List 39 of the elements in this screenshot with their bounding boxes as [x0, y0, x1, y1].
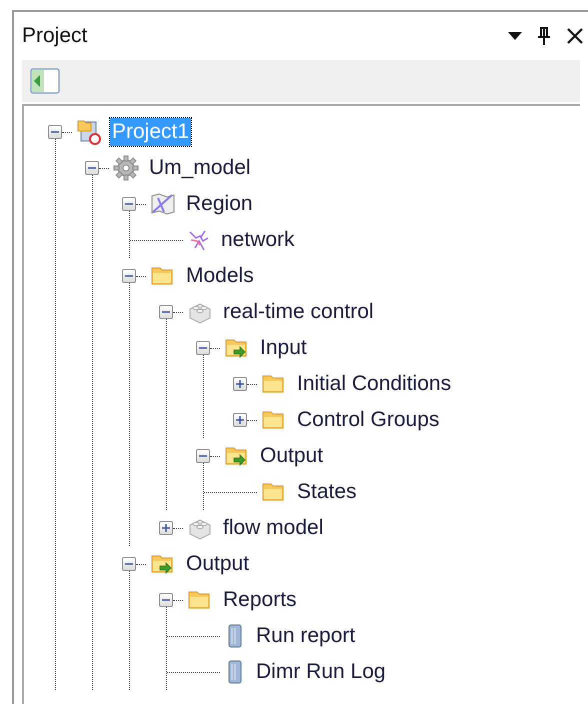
- tree-item[interactable]: Region: [184, 190, 255, 218]
- close-icon[interactable]: [566, 27, 584, 45]
- tree-item[interactable]: real-time control: [221, 298, 376, 326]
- plus-icon: [236, 416, 244, 424]
- dropdown-icon[interactable]: [508, 31, 522, 41]
- tree-item[interactable]: Models: [184, 262, 256, 290]
- tree-item[interactable]: Input: [258, 334, 309, 362]
- tree-item[interactable]: Dimr Run Log: [254, 658, 388, 686]
- tree-item[interactable]: Reports: [221, 586, 299, 614]
- expand-button[interactable]: [233, 413, 247, 427]
- tree-item[interactable]: States: [295, 478, 359, 506]
- panel-toggle-icon[interactable]: [30, 68, 60, 94]
- project-icon: [76, 119, 102, 145]
- collapse-button[interactable]: [122, 557, 136, 571]
- expand-button[interactable]: [233, 377, 247, 391]
- collapse-button[interactable]: [159, 593, 173, 607]
- tree-item[interactable]: Output: [258, 442, 326, 470]
- tree-item[interactable]: flow model: [221, 514, 326, 542]
- pin-icon[interactable]: [538, 27, 550, 45]
- tree-item[interactable]: Um_model: [147, 154, 253, 182]
- tree-item[interactable]: Run report: [254, 622, 358, 650]
- map-icon: [150, 192, 176, 216]
- collapse-button[interactable]: [196, 449, 210, 463]
- collapse-button[interactable]: [48, 125, 62, 139]
- collapse-button[interactable]: [122, 269, 136, 283]
- plus-icon: [236, 380, 244, 388]
- expand-button[interactable]: [159, 521, 173, 535]
- plus-icon: [162, 524, 170, 532]
- collapse-button[interactable]: [196, 341, 210, 355]
- collapse-button[interactable]: [122, 197, 136, 211]
- gear-icon: [113, 155, 139, 181]
- collapse-button[interactable]: [159, 305, 173, 319]
- tree-item[interactable]: Output: [184, 550, 252, 578]
- tree-item[interactable]: Initial Conditions: [295, 370, 454, 398]
- panel-title: Project: [22, 23, 88, 50]
- tree-item[interactable]: network: [219, 226, 297, 254]
- tree-item[interactable]: Control Groups: [295, 406, 442, 434]
- collapse-button[interactable]: [85, 161, 99, 175]
- network-icon: [187, 228, 211, 252]
